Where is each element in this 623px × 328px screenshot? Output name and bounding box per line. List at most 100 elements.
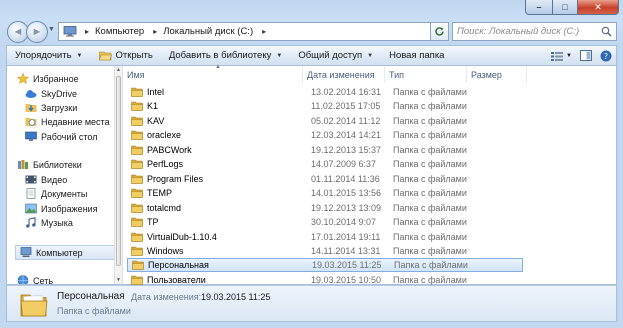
- file-date: 05.02.2014 11:12: [311, 115, 381, 126]
- column-name-label: Имя: [127, 69, 145, 80]
- help-icon: ?: [600, 50, 612, 61]
- table-row[interactable]: PerfLogs 14.07.2009 6:37 Папка с файлами: [127, 157, 523, 171]
- organize-button[interactable]: Упорядочить ▼: [7, 46, 91, 65]
- file-name: Пользователи: [147, 274, 206, 285]
- file-date: 14.01.2015 13:56: [311, 188, 382, 199]
- scroll-down-arrow[interactable]: ▼: [115, 277, 122, 283]
- nav-item-recent-places[interactable]: Недавние места: [25, 116, 110, 127]
- file-type: Папка с файлами: [393, 231, 467, 242]
- new-folder-button[interactable]: Новая папка: [381, 46, 452, 65]
- share-button[interactable]: Общий доступ ▼: [290, 46, 381, 65]
- file-type: Папка с файлами: [393, 87, 467, 97]
- nav-label: Рабочий стол: [41, 131, 98, 142]
- column-date[interactable]: Дата изменения: [303, 66, 385, 83]
- maximize-button[interactable]: □: [553, 0, 578, 15]
- nav-item-documents[interactable]: Документы: [25, 188, 87, 199]
- file-type: Папка с файлами: [393, 188, 467, 199]
- preview-pane-icon: [580, 50, 592, 61]
- address-bar[interactable]: ▸ Компьютер ▸ Локальный диск (C:) ▸ ▼: [58, 22, 448, 41]
- minimize-button[interactable]: –: [525, 0, 553, 15]
- table-row[interactable]: K1 11.02.2015 17:05 Папка с файлами: [127, 99, 523, 113]
- file-name: Program Files: [147, 173, 204, 184]
- file-date: 01.11.2014 11:36: [311, 173, 380, 184]
- nav-label: Недавние места: [41, 116, 110, 127]
- table-row[interactable]: totalcmd 19.12.2013 13:09 Папка с файлами: [127, 201, 523, 215]
- table-row[interactable]: VirtualDub-1.10.4 17.01.2014 19:11 Папка с…: [127, 230, 523, 244]
- file-name: Windows: [147, 245, 184, 256]
- table-row[interactable]: Intel 13.02.2014 16:31 Папка с файлами: [127, 85, 523, 99]
- images-icon: [25, 203, 37, 214]
- table-row[interactable]: Windows 14.11.2014 13:31 Папка с файлами: [127, 244, 523, 258]
- search-input[interactable]: Поиск: Локальный диск (C:): [452, 22, 617, 41]
- folder-icon: [131, 131, 143, 141]
- chevron-down-icon: ▼: [566, 52, 572, 59]
- file-type: Папка с файлами: [393, 159, 467, 170]
- recent-pages-dropdown[interactable]: ▼: [48, 26, 55, 33]
- open-button[interactable]: Открыть: [91, 46, 161, 65]
- navigation-scrollbar[interactable]: ▲ ▼: [114, 66, 123, 284]
- nav-item-network[interactable]: Сеть: [17, 275, 53, 284]
- nav-item-desktop[interactable]: Рабочий стол: [25, 131, 98, 142]
- folder-icon: [131, 160, 143, 169]
- chevron-down-icon: ▼: [367, 52, 374, 59]
- breadcrumb-separator[interactable]: ▸: [153, 27, 157, 36]
- nav-item-downloads[interactable]: Загрузки: [25, 102, 77, 113]
- close-button[interactable]: ✕: [578, 0, 619, 15]
- new-folder-label: Новая папка: [389, 50, 445, 61]
- caption-buttons: – □ ✕: [525, 0, 619, 15]
- file-type: Папка с файлами: [393, 173, 467, 184]
- table-row[interactable]: Персональная 19.03.2015 11:25 Папка с файл…: [127, 258, 523, 273]
- column-date-label: Дата изменения: [307, 69, 375, 80]
- nav-item-images[interactable]: Изображения: [25, 203, 98, 214]
- add-to-library-label: Добавить в библиотеку: [168, 50, 272, 61]
- file-date: 12.03.2014 14:21: [311, 130, 382, 141]
- table-row[interactable]: PABCWork 19.12.2013 15:37 Папка с файлами: [127, 143, 523, 157]
- table-row[interactable]: KAV 05.02.2014 11:12 Папка с файлами: [127, 114, 523, 128]
- preview-pane-button[interactable]: [576, 50, 596, 61]
- selected-item-type: Папка с файлами: [57, 306, 131, 316]
- breadcrumb-local-disk[interactable]: Локальный диск (C:): [163, 26, 253, 37]
- search-placeholder: Поиск: Локальный диск (C:): [457, 26, 580, 37]
- folder-icon: [132, 261, 144, 271]
- file-name: K1: [147, 101, 159, 112]
- search-icon: [601, 26, 612, 37]
- column-size-label: Размер: [471, 69, 502, 80]
- add-to-library-button[interactable]: Добавить в библиотеку ▼: [161, 46, 291, 65]
- open-label: Открыть: [115, 50, 153, 61]
- table-row[interactable]: Program Files 01.11.2014 11:36 Папка с фай…: [127, 172, 523, 186]
- computer-icon: [20, 247, 32, 257]
- nav-item-computer[interactable]: Компьютер: [15, 245, 114, 260]
- help-button[interactable]: ?: [596, 50, 616, 62]
- table-row[interactable]: TP 30.10.2014 9:07 Папка с файлами: [127, 215, 523, 229]
- table-row[interactable]: TEMP 14.01.2015 13:56 Папка с файлами: [127, 186, 523, 200]
- nav-item-music[interactable]: Музыка: [25, 217, 73, 228]
- file-date: 11.02.2015 17:05: [311, 101, 381, 112]
- selected-item-name: Персональная: [57, 291, 125, 302]
- nav-item-skydrive[interactable]: SkyDrive: [25, 88, 77, 99]
- forward-button[interactable]: ►: [26, 21, 48, 43]
- breadcrumb-separator[interactable]: ▸: [262, 27, 266, 36]
- refresh-button[interactable]: [430, 22, 449, 41]
- nav-item-libraries[interactable]: Библиотеки: [17, 159, 82, 170]
- folder-icon: [131, 145, 143, 155]
- breadcrumb-computer[interactable]: Компьютер: [95, 26, 144, 37]
- nav-item-video[interactable]: Видео: [25, 174, 67, 185]
- chevron-down-icon: ▼: [76, 52, 83, 59]
- file-date: 19.03.2015 11:25: [312, 260, 382, 271]
- change-view-button[interactable]: ▼: [547, 51, 576, 61]
- file-date: 14.11.2014 13:31: [311, 245, 381, 256]
- column-type[interactable]: Тип: [385, 66, 467, 83]
- column-name[interactable]: Имя: [123, 66, 303, 83]
- column-type-label: Тип: [389, 69, 405, 80]
- folder-icon: [131, 203, 143, 213]
- scroll-up-arrow[interactable]: ▲: [115, 67, 122, 73]
- breadcrumb-separator[interactable]: ▸: [85, 27, 89, 36]
- folder-icon: [131, 232, 143, 242]
- nav-item-favorites[interactable]: Избранное: [17, 73, 79, 84]
- downloads-icon: [25, 104, 37, 112]
- scroll-thumb[interactable]: [116, 76, 121, 266]
- file-type: Папка с файлами: [393, 274, 467, 285]
- column-size[interactable]: Размер: [467, 66, 527, 83]
- file-name: VirtualDub-1.10.4: [147, 231, 217, 242]
- table-row[interactable]: oraclexe 12.03.2014 14:21 Папка с файлами: [127, 128, 523, 142]
